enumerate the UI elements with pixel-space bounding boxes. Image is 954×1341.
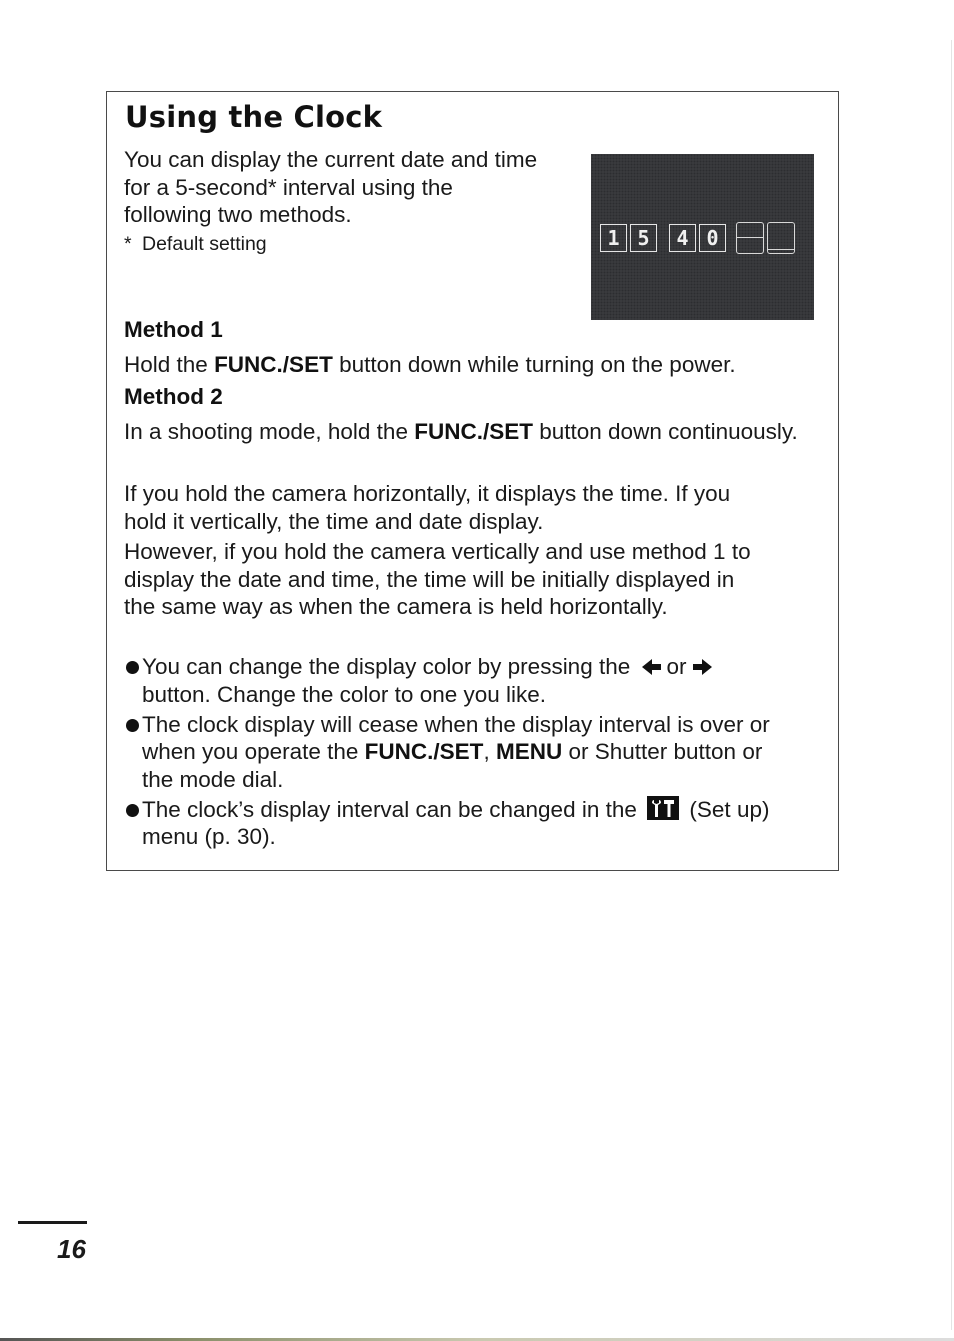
page-title: Using the Clock: [125, 100, 383, 134]
paragraph-line: hold it vertically, the time and date di…: [124, 508, 544, 534]
menu-label: MENU: [495, 739, 563, 764]
method-2-text: In a shooting mode, hold the FUNC./SET b…: [124, 418, 798, 446]
text: when you operate the FUNC./SET, MENU or …: [142, 738, 824, 766]
func-set-label: FUNC./SET: [364, 739, 484, 764]
clock-digit: 5: [630, 224, 657, 252]
method-2-heading: Method 2: [124, 384, 223, 409]
right-arrow-icon: [691, 655, 713, 675]
intro-line: You can display the current date and tim…: [124, 147, 538, 172]
page-number-rule: [18, 1221, 87, 1224]
text: button down continuously.: [532, 419, 798, 444]
paragraph-line: However, if you hold the camera vertical…: [124, 539, 751, 564]
page-edge: [951, 40, 952, 1330]
bullet-icon: [126, 661, 139, 674]
footnote-marker: *: [124, 233, 132, 255]
paragraph-line: If you hold the camera horizontally, it …: [124, 481, 731, 506]
text: menu (p. 30).: [142, 824, 276, 849]
text: button down while turning on the power.: [332, 352, 736, 377]
func-set-label: FUNC./SET: [214, 352, 333, 377]
method-1-text: Hold the FUNC./SET button down while tur…: [124, 351, 736, 379]
text: button. Change the color to one you like…: [142, 681, 547, 707]
setup-menu-icon: [647, 795, 680, 820]
text: In a shooting mode, hold the: [124, 419, 415, 444]
text: the mode dial.: [142, 766, 284, 792]
note-item: You can change the display color by pres…: [124, 653, 824, 708]
text: ,: [483, 739, 496, 764]
clock-display-image: 1 5 4 0: [591, 154, 814, 320]
notes-list: You can change the display color by pres…: [124, 653, 824, 853]
orientation-paragraph: If you hold the camera horizontally, it …: [124, 480, 730, 535]
clock-date-cell: [736, 222, 764, 254]
paragraph-line: display the date and time, the time will…: [124, 566, 735, 592]
func-set-label: FUNC./SET: [414, 419, 533, 444]
intro-text: You can display the current date and tim…: [124, 146, 584, 229]
footnote: * Default setting: [124, 233, 267, 256]
text: or Shutter button or: [562, 739, 763, 764]
clock-digit: 0: [699, 224, 726, 252]
clock-date-cell: [767, 222, 795, 254]
footnote-text: Default setting: [142, 233, 267, 255]
paragraph-line: the same way as when the camera is held …: [124, 594, 668, 619]
text: The clock’s display interval can be chan…: [142, 796, 637, 822]
intro-line: following two methods.: [124, 202, 352, 227]
clock-digits: 1 5 4 0: [600, 222, 795, 254]
however-paragraph: However, if you hold the camera vertical…: [124, 538, 751, 621]
text: when you operate the: [142, 739, 365, 764]
page-number: 16: [57, 1234, 86, 1264]
text: The clock display will cease when the di…: [142, 711, 770, 737]
clock-digit: 1: [600, 224, 627, 252]
method-1-heading: Method 1: [124, 317, 223, 342]
text: You can change the display color by pres…: [142, 654, 631, 679]
text: Hold the: [124, 352, 215, 377]
intro-line: for a 5-second* interval using the: [124, 174, 453, 200]
text: (Set up): [689, 796, 770, 822]
clock-digit: 4: [669, 224, 696, 252]
note-item: The clock display will cease when the di…: [124, 711, 824, 794]
text: or: [666, 654, 687, 679]
bullet-icon: [126, 803, 139, 817]
left-arrow-icon: [641, 655, 663, 675]
note-item: The clock’s display interval can be chan…: [124, 795, 824, 851]
bullet-icon: [126, 718, 139, 732]
